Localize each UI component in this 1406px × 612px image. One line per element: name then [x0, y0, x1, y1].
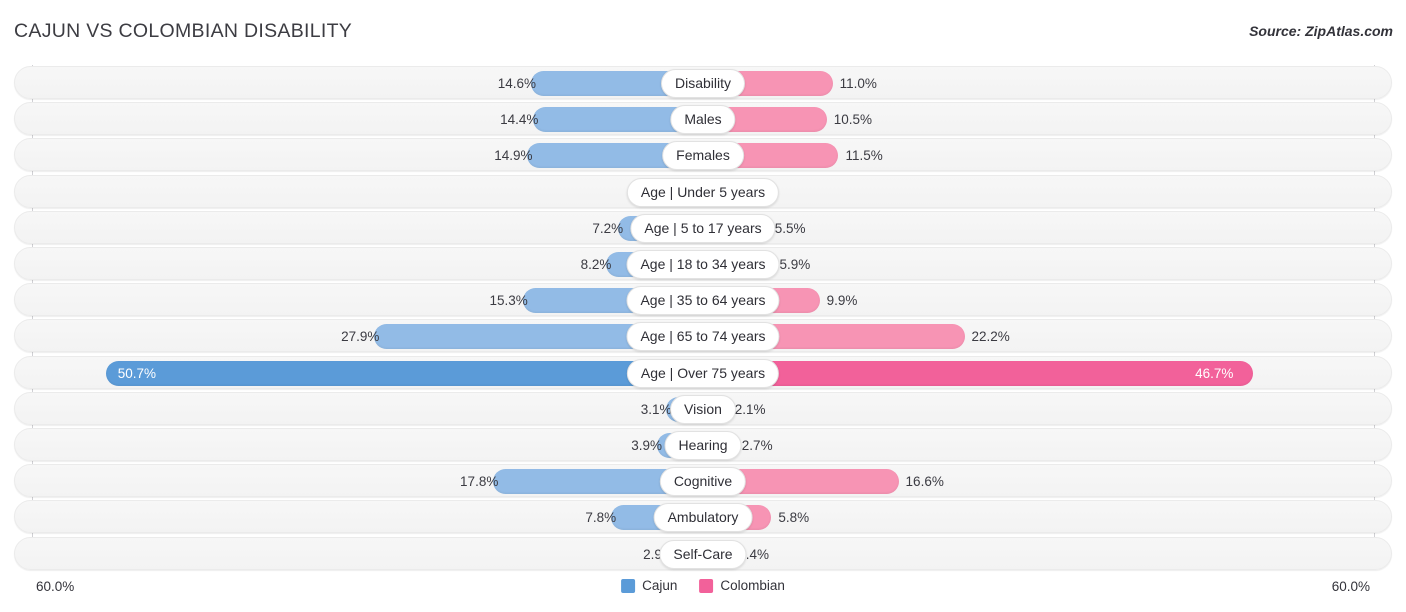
table-row[interactable]: 2.9%2.4%Self-Care [14, 536, 1392, 570]
value-label-cajun: 15.3% [489, 293, 528, 309]
category-label[interactable]: Females [662, 141, 744, 171]
category-label[interactable]: Age | Under 5 years [626, 177, 780, 207]
value-label-colombian: 16.6% [905, 474, 944, 490]
value-label-colombian: 11.0% [839, 76, 877, 91]
table-row[interactable]: 14.6% 11.0% Disability [14, 66, 1392, 99]
table-row[interactable]: 3.1% 2.1% Vision [14, 391, 1392, 425]
category-label[interactable]: Self-Care [659, 539, 747, 569]
category-label[interactable]: Age | 35 to 64 years [626, 286, 780, 316]
value-label-cajun: 14.4% [500, 112, 539, 128]
value-label-colombian: 46.7% [1195, 365, 1234, 381]
value-label-cajun: 7.2% [592, 220, 624, 236]
table-row[interactable]: 14.4% 10.5% Males [14, 102, 1392, 136]
chart-header: CAJUN VS COLOMBIAN DISABILITY Source: Zi… [0, 0, 1406, 60]
table-row[interactable]: 1.6%1.2%Age | Under 5 years [14, 174, 1392, 208]
legend-item-colombian[interactable]: Colombian [699, 578, 785, 593]
value-label-cajun: 7.8% [585, 510, 617, 526]
value-label-cajun: 50.7% [117, 365, 157, 381]
category-label[interactable]: Age | 18 to 34 years [626, 250, 780, 279]
table-row[interactable]: 17.8% 16.6% Cognitive [14, 464, 1392, 498]
value-label-colombian: 5.5% [774, 220, 806, 236]
value-label-colombian: 9.9% [826, 293, 858, 309]
value-label-cajun: 14.6% [497, 76, 537, 91]
chart-plot-area: 14.6% 11.0% Disability 14.4% 10.5% Males 14.9%… [0, 60, 1406, 570]
value-label-colombian: 10.5% [833, 112, 872, 128]
chart-legend: Cajun Colombian [621, 578, 785, 593]
value-label-cajun: 27.9% [341, 329, 380, 345]
value-label-cajun: 3.1% [640, 401, 672, 417]
value-label-colombian: 2.7% [741, 438, 773, 453]
value-label-cajun: 3.9% [631, 438, 663, 453]
value-label-cajun: 14.9% [494, 148, 533, 164]
table-row[interactable]: 8.2% 5.9% Age | 18 to 34 years [14, 247, 1392, 280]
table-row[interactable]: 7.2% 5.5% Age | 5 to 17 years [14, 210, 1392, 244]
legend-item-cajun[interactable]: Cajun [621, 578, 677, 593]
legend-label-cajun: Cajun [642, 578, 678, 593]
source-attribution: Source: ZipAtlas.com [1249, 23, 1393, 39]
value-label-colombian: 2.1% [734, 401, 766, 417]
bar-cajun[interactable] [105, 360, 703, 386]
legend-swatch-cajun [621, 578, 636, 593]
table-row[interactable]: 7.8% 5.8% Ambulatory [14, 500, 1392, 534]
category-label[interactable]: Disability [660, 69, 746, 98]
value-label-colombian: 11.5% [845, 148, 883, 164]
table-row[interactable]: 15.3% 9.9% Age | 35 to 64 years [14, 283, 1392, 317]
category-label[interactable]: Age | 65 to 74 years [626, 322, 780, 352]
axis-label-right: 60.0% [1331, 579, 1370, 594]
table-row[interactable]: 50.7% 46.7% Age | Over 75 years [14, 355, 1392, 389]
chart-footer: 60.0% 60.0% Cajun Colombian [0, 566, 1406, 612]
page-title: CAJUN VS COLOMBIAN DISABILITY [14, 20, 353, 42]
table-row[interactable]: 27.9% 22.2% Age | 65 to 74 years [14, 319, 1392, 353]
category-label[interactable]: Males [670, 105, 736, 135]
value-label-cajun: 8.2% [580, 257, 612, 272]
value-label-cajun: 17.8% [460, 474, 499, 490]
category-label[interactable]: Vision [670, 394, 736, 424]
category-label[interactable]: Ambulatory [653, 503, 753, 533]
category-label[interactable]: Age | Over 75 years [626, 358, 780, 388]
value-label-colombian: 5.8% [778, 510, 810, 526]
chart-page: CAJUN VS COLOMBIAN DISABILITY Source: Zi… [0, 0, 1406, 612]
value-label-colombian: 22.2% [971, 329, 1010, 345]
legend-label-colombian: Colombian [720, 578, 785, 593]
legend-swatch-colombian [699, 578, 714, 593]
value-label-colombian: 5.9% [779, 257, 811, 272]
bar-colombian[interactable] [703, 360, 1254, 386]
table-row[interactable]: 14.9% 11.5% Females [14, 138, 1392, 172]
category-label[interactable]: Age | 5 to 17 years [630, 213, 776, 243]
category-label[interactable]: Cognitive [659, 467, 747, 497]
category-label[interactable]: Hearing [664, 431, 742, 460]
table-row[interactable]: 3.9% 2.7% Hearing [14, 428, 1392, 461]
axis-label-left: 60.0% [36, 579, 75, 594]
